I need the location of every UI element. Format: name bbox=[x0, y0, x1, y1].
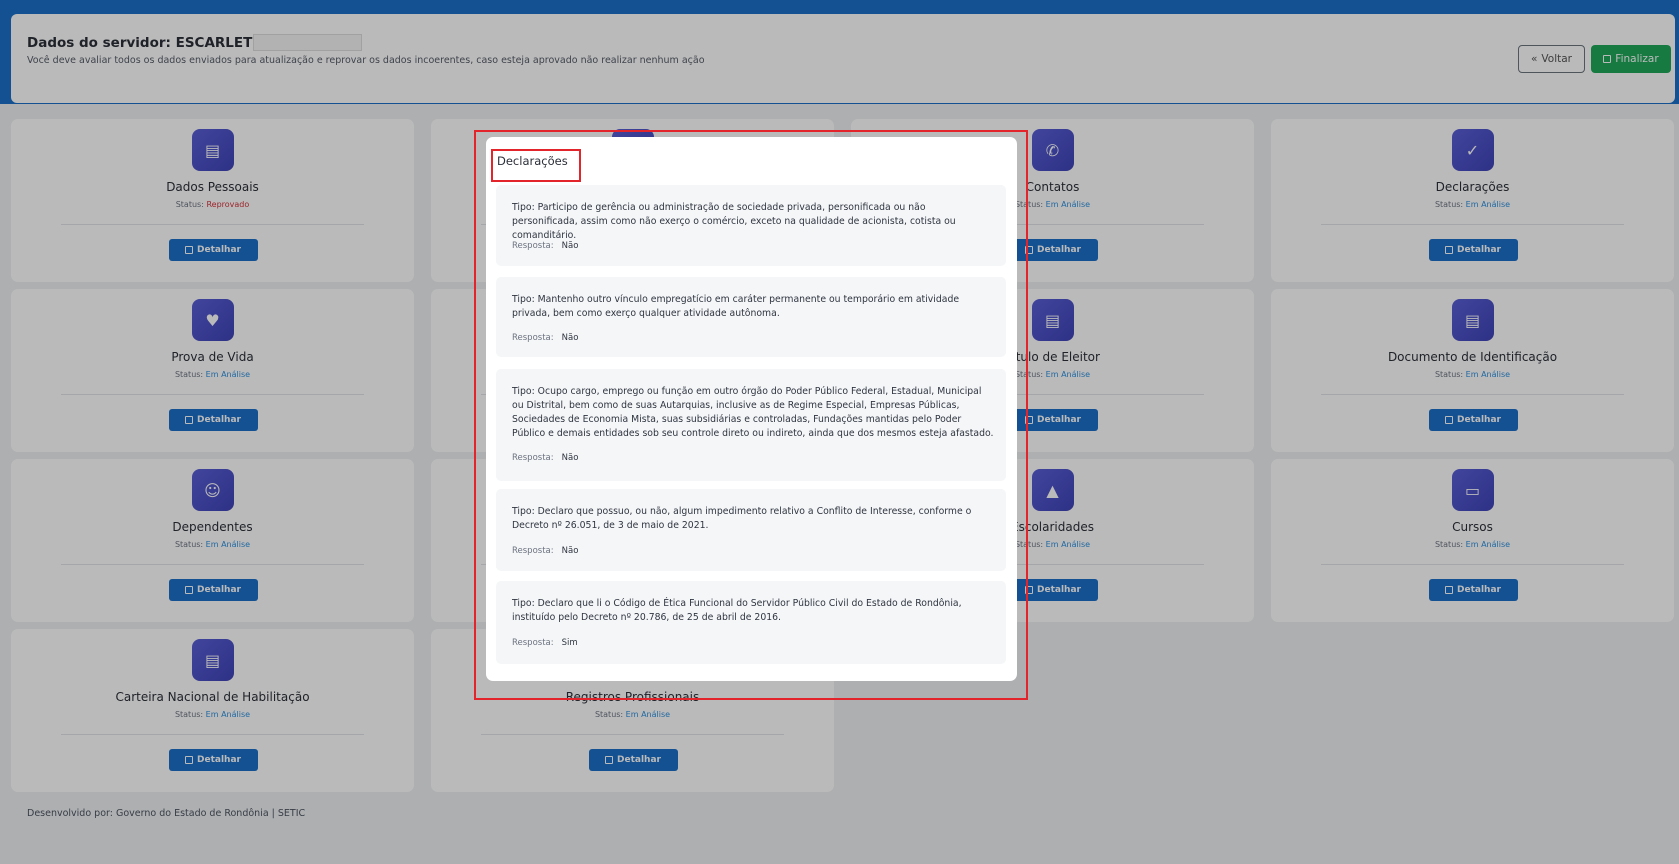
annotation-outer-box bbox=[474, 130, 1028, 700]
annotation-title-box bbox=[491, 149, 581, 182]
